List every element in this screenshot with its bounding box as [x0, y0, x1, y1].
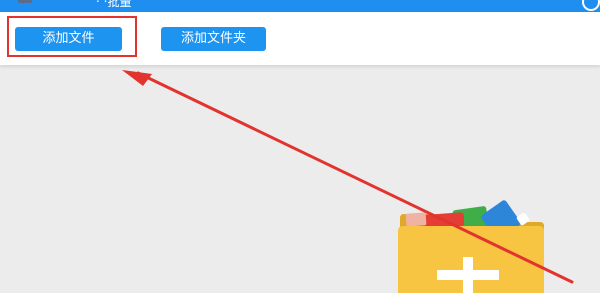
toolbar: 添加文件 添加文件夹: [0, 12, 600, 65]
add-folder-button[interactable]: 添加文件夹: [161, 27, 266, 51]
add-file-button[interactable]: 添加文件: [15, 27, 122, 51]
window-title: ‧ ‧批量: [96, 0, 132, 9]
window-control-icon[interactable]: [582, 0, 600, 11]
annotation-arrow: [122, 70, 574, 284]
plus-icon: [463, 257, 473, 293]
folder-add-icon[interactable]: [398, 199, 544, 293]
app-icon: [18, 0, 32, 3]
title-bar: ‧ ‧批量: [0, 0, 600, 12]
